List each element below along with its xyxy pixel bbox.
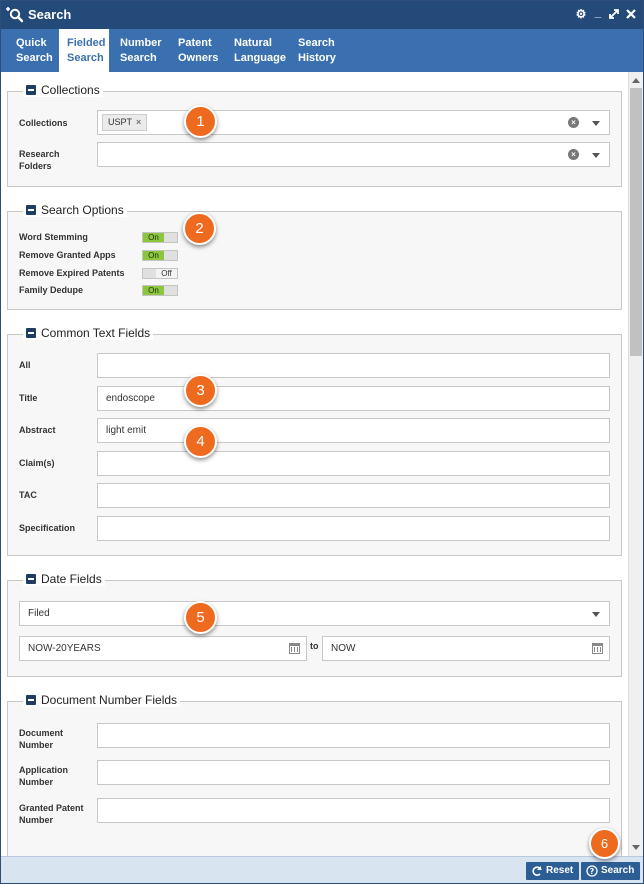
collections-label: Collections	[19, 118, 68, 128]
application-number-label: Application Number	[19, 765, 68, 787]
granted-patent-number-field[interactable]	[97, 798, 610, 823]
document-number-fields-section: Document Number Fields Document Number Ap…	[7, 693, 622, 856]
document-number-label: Document Number	[19, 728, 64, 750]
collapse-icon[interactable]	[26, 574, 36, 584]
research-folders-select[interactable]: ×	[97, 142, 610, 167]
callout-badge-4: 4	[184, 425, 217, 458]
family-dedupe-toggle[interactable]: On	[142, 285, 178, 296]
collections-section: Collections Collections USPT × × Research…	[7, 83, 622, 187]
tab-bar: Quick Search Fielded Search Number Search P…	[1, 29, 643, 72]
chevron-down-icon[interactable]	[592, 153, 600, 158]
field-label: Specification	[19, 523, 76, 533]
field-label: All	[19, 360, 31, 370]
chevron-down-icon[interactable]	[592, 121, 600, 126]
callout-badge-5: 5	[184, 601, 217, 634]
title-bar: Search ⚙ _	[1, 1, 643, 29]
collections-legend[interactable]: Collections	[23, 83, 103, 97]
form-content: Collections Collections USPT × × Research…	[1, 72, 628, 856]
refresh-icon	[532, 866, 542, 876]
minimize-icon[interactable]: _	[591, 5, 605, 19]
scroll-thumb[interactable]	[630, 88, 642, 356]
callout-badge-6: 6	[589, 828, 620, 859]
calendar-icon[interactable]	[289, 643, 300, 654]
window-title: Search	[28, 7, 72, 22]
application-number-field[interactable]	[97, 760, 610, 785]
word-stemming-toggle[interactable]: On	[142, 232, 178, 243]
search-options-legend[interactable]: Search Options	[23, 203, 127, 217]
claims-field[interactable]	[97, 451, 610, 476]
search-button[interactable]: ? Search	[581, 862, 641, 880]
reset-button[interactable]: Reset	[526, 862, 580, 880]
help-circle-icon: ?	[586, 865, 598, 877]
option-label: Remove Granted Apps	[19, 250, 116, 260]
chevron-down-icon[interactable]	[592, 612, 600, 617]
tab-number-search[interactable]: Number Search	[120, 29, 170, 72]
scroll-up-icon[interactable]	[632, 78, 640, 83]
date-to-label: to	[310, 641, 319, 651]
callout-badge-1: 1	[184, 105, 217, 138]
search-window: Search ⚙ _ Quick Search Fielded Search Num…	[0, 0, 644, 884]
tab-patent-owners[interactable]: Patent Owners	[178, 29, 228, 72]
option-label: Remove Expired Patents	[19, 268, 125, 278]
common-text-fields-legend[interactable]: Common Text Fields	[23, 326, 154, 340]
date-to-field[interactable]: NOW	[322, 636, 610, 661]
field-label: Claim(s)	[19, 458, 55, 468]
date-type-select[interactable]: Filed	[19, 601, 610, 626]
tab-search-history[interactable]: Search History	[298, 29, 348, 72]
date-fields-legend[interactable]: Date Fields	[23, 572, 105, 586]
title-field[interactable]: endoscope	[97, 386, 610, 411]
option-label: Word Stemming	[19, 232, 88, 242]
remove-expired-patents-toggle[interactable]: Off	[142, 268, 178, 279]
remove-granted-apps-toggle[interactable]: On	[142, 250, 178, 261]
field-label: Abstract	[19, 425, 56, 435]
search-icon	[6, 7, 23, 23]
document-number-field[interactable]	[97, 723, 610, 748]
collections-select[interactable]: USPT × ×	[97, 110, 610, 135]
collapse-icon[interactable]	[26, 695, 36, 705]
collection-chip[interactable]: USPT ×	[102, 114, 148, 131]
document-number-fields-legend[interactable]: Document Number Fields	[23, 693, 181, 707]
scroll-down-icon[interactable]	[632, 845, 640, 850]
footer-bar: Reset ? Search	[1, 856, 643, 883]
collapse-icon[interactable]	[26, 205, 36, 215]
callout-badge-2: 2	[183, 212, 216, 245]
field-label: TAC	[19, 490, 37, 500]
field-label: Title	[19, 393, 38, 403]
gear-icon[interactable]: ⚙	[574, 7, 588, 21]
calendar-icon[interactable]	[592, 643, 603, 654]
abstract-field[interactable]: light emit	[97, 418, 610, 443]
specification-field[interactable]	[97, 516, 610, 541]
svg-text:?: ?	[590, 867, 595, 876]
remove-chip-icon[interactable]: ×	[136, 117, 141, 127]
close-icon[interactable]	[624, 7, 638, 21]
date-from-field[interactable]: NOW-20YEARS	[19, 636, 307, 661]
clear-icon[interactable]: ×	[568, 117, 579, 128]
common-text-fields-section: Common Text Fields All Title endoscope A…	[7, 326, 622, 556]
collapse-icon[interactable]	[26, 85, 36, 95]
expand-icon[interactable]	[607, 7, 621, 21]
date-fields-section: Date Fields Filed NOW-20YEARS to NOW	[7, 572, 622, 677]
all-field[interactable]	[97, 353, 610, 378]
clear-icon[interactable]: ×	[568, 149, 579, 160]
granted-patent-number-label: Granted Patent Number	[19, 803, 84, 825]
collapse-icon[interactable]	[26, 328, 36, 338]
vertical-scrollbar[interactable]	[628, 72, 643, 856]
tab-fielded-search[interactable]: Fielded Search	[59, 29, 109, 72]
tab-quick-search[interactable]: Quick Search	[16, 29, 60, 72]
search-options-section: Search Options Word Stemming On Remove G…	[7, 203, 622, 310]
tac-field[interactable]	[97, 483, 610, 508]
callout-badge-3: 3	[184, 374, 217, 407]
research-folders-label: Research Folders	[19, 149, 60, 171]
option-label: Family Dedupe	[19, 285, 84, 295]
tab-natural-language[interactable]: Natural Language	[234, 29, 290, 72]
